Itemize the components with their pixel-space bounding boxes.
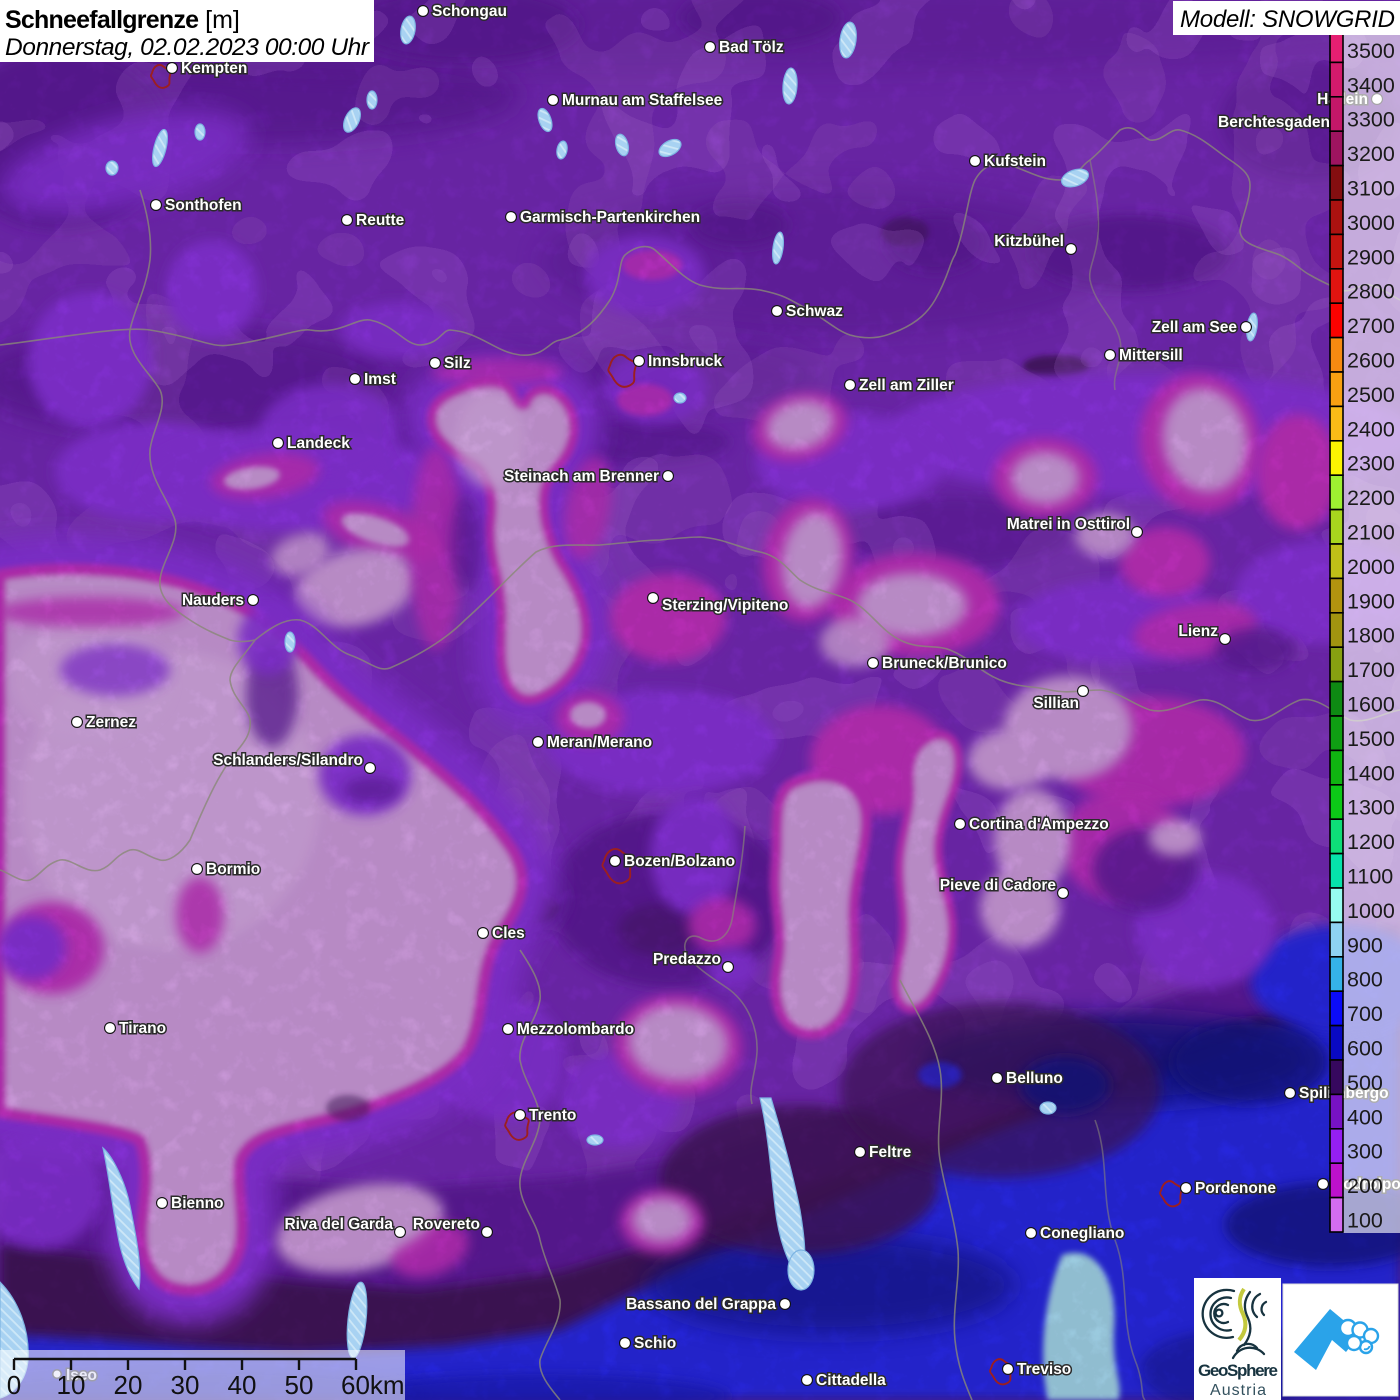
svg-text:Riva del Garda: Riva del Garda	[284, 1216, 393, 1233]
svg-text:1700: 1700	[1347, 658, 1395, 682]
svg-text:2900: 2900	[1347, 245, 1395, 269]
svg-text:Bormio: Bormio	[206, 861, 260, 878]
svg-text:1500: 1500	[1347, 727, 1395, 751]
svg-text:Schwaz: Schwaz	[786, 303, 843, 320]
svg-text:800: 800	[1347, 968, 1383, 992]
svg-text:Steinach am Brenner: Steinach am Brenner	[504, 468, 659, 485]
svg-text:2800: 2800	[1347, 280, 1395, 304]
svg-text:Mittersill: Mittersill	[1119, 347, 1183, 364]
svg-text:Donnerstag, 02.02.2023 00:00 U: Donnerstag, 02.02.2023 00:00 Uhr	[5, 34, 370, 61]
svg-text:1600: 1600	[1347, 693, 1395, 717]
svg-text:Bozen/Bolzano: Bozen/Bolzano	[624, 853, 735, 870]
svg-text:Pordenone: Pordenone	[1195, 1180, 1276, 1197]
svg-text:Cles: Cles	[492, 925, 525, 942]
svg-text:60km: 60km	[341, 1370, 405, 1400]
svg-text:100: 100	[1347, 1209, 1383, 1233]
svg-text:Austria: Austria	[1210, 1382, 1266, 1399]
svg-text:3000: 3000	[1347, 211, 1395, 235]
svg-text:2600: 2600	[1347, 349, 1395, 373]
svg-text:Zernez: Zernez	[86, 714, 136, 731]
svg-text:Innsbruck: Innsbruck	[648, 353, 722, 370]
svg-text:Sonthofen: Sonthofen	[165, 197, 242, 214]
svg-text:Bassano del Grappa: Bassano del Grappa	[626, 1296, 776, 1313]
svg-text:Silz: Silz	[444, 355, 471, 372]
svg-text:2300: 2300	[1347, 452, 1395, 476]
svg-text:1400: 1400	[1347, 761, 1395, 785]
svg-text:Conegliano: Conegliano	[1040, 1225, 1124, 1242]
svg-text:Trento: Trento	[529, 1107, 576, 1124]
svg-text:Cittadella: Cittadella	[816, 1372, 886, 1389]
svg-text:Mezzolombardo: Mezzolombardo	[517, 1021, 634, 1038]
svg-text:2100: 2100	[1347, 521, 1395, 545]
svg-text:1800: 1800	[1347, 624, 1395, 648]
svg-text:30: 30	[171, 1370, 200, 1400]
svg-text:Bienno: Bienno	[171, 1195, 224, 1212]
svg-text:Bad Tölz: Bad Tölz	[719, 39, 784, 56]
svg-text:400: 400	[1347, 1105, 1383, 1129]
svg-text:Modell: SNOWGRID: Modell: SNOWGRID	[1180, 6, 1395, 33]
svg-text:3200: 3200	[1347, 142, 1395, 166]
svg-text:Zell am Ziller: Zell am Ziller	[859, 377, 954, 394]
svg-text:Pieve di Cadore: Pieve di Cadore	[940, 877, 1057, 894]
svg-text:Schlanders/Silandro: Schlanders/Silandro	[213, 752, 363, 769]
svg-text:Feltre: Feltre	[869, 1144, 912, 1161]
svg-text:700: 700	[1347, 1002, 1383, 1026]
svg-text:Nauders: Nauders	[182, 592, 244, 609]
svg-text:2700: 2700	[1347, 314, 1395, 338]
svg-text:Kufstein: Kufstein	[984, 153, 1046, 170]
svg-text:1900: 1900	[1347, 589, 1395, 613]
svg-text:Matrei in Osttirol: Matrei in Osttirol	[1007, 516, 1130, 533]
svg-text:Rovereto: Rovereto	[413, 1216, 480, 1233]
svg-text:1300: 1300	[1347, 796, 1395, 820]
svg-text:Garmisch-Partenkirchen: Garmisch-Partenkirchen	[520, 209, 700, 226]
svg-text:1100: 1100	[1347, 865, 1393, 889]
svg-text:Belluno: Belluno	[1006, 1070, 1063, 1087]
svg-text:Kitzbühel: Kitzbühel	[994, 233, 1064, 250]
svg-text:Meran/Merano: Meran/Merano	[547, 734, 652, 751]
svg-text:Murnau am Staffelsee: Murnau am Staffelsee	[562, 92, 723, 109]
svg-text:Tirano: Tirano	[119, 1020, 166, 1037]
svg-text:3500: 3500	[1347, 39, 1395, 63]
svg-text:20: 20	[114, 1370, 143, 1400]
svg-text:300: 300	[1347, 1140, 1383, 1164]
svg-text:3300: 3300	[1347, 108, 1395, 132]
svg-text:3100: 3100	[1347, 177, 1395, 201]
svg-text:Predazzo: Predazzo	[653, 951, 721, 968]
svg-text:900: 900	[1347, 933, 1383, 957]
svg-text:Sterzing/Vipiteno: Sterzing/Vipiteno	[662, 597, 788, 614]
svg-text:Bruneck/Brunico: Bruneck/Brunico	[882, 655, 1007, 672]
svg-text:Schio: Schio	[634, 1335, 676, 1352]
svg-text:Schneefallgrenze [m]: Schneefallgrenze [m]	[5, 6, 240, 34]
svg-text:Berchtesgaden: Berchtesgaden	[1218, 114, 1330, 131]
svg-text:10: 10	[57, 1370, 86, 1400]
svg-text:3400: 3400	[1347, 73, 1395, 97]
svg-text:2200: 2200	[1347, 486, 1395, 510]
svg-text:50: 50	[285, 1370, 314, 1400]
svg-text:0: 0	[7, 1370, 21, 1400]
svg-text:40: 40	[228, 1370, 257, 1400]
svg-text:Sillian: Sillian	[1033, 695, 1079, 712]
svg-text:Imst: Imst	[364, 371, 396, 388]
svg-text:Kempten: Kempten	[181, 60, 247, 77]
svg-text:Cortina d'Ampezzo: Cortina d'Ampezzo	[969, 816, 1109, 833]
svg-text:1200: 1200	[1347, 830, 1395, 854]
svg-text:Reutte: Reutte	[356, 212, 405, 229]
svg-text:2500: 2500	[1347, 383, 1395, 407]
svg-text:Zell am See: Zell am See	[1152, 319, 1238, 336]
svg-text:Schongau: Schongau	[432, 3, 507, 20]
svg-text:600: 600	[1347, 1037, 1383, 1061]
svg-text:Treviso: Treviso	[1017, 1361, 1071, 1378]
svg-text:200: 200	[1347, 1174, 1383, 1198]
svg-text:1000: 1000	[1347, 899, 1395, 923]
svg-text:GeoSphere: GeoSphere	[1198, 1361, 1278, 1380]
svg-text:2000: 2000	[1347, 555, 1395, 579]
svg-text:Lienz: Lienz	[1178, 623, 1218, 640]
svg-text:2400: 2400	[1347, 417, 1395, 441]
svg-text:Landeck: Landeck	[287, 435, 350, 452]
svg-text:500: 500	[1347, 1071, 1383, 1095]
